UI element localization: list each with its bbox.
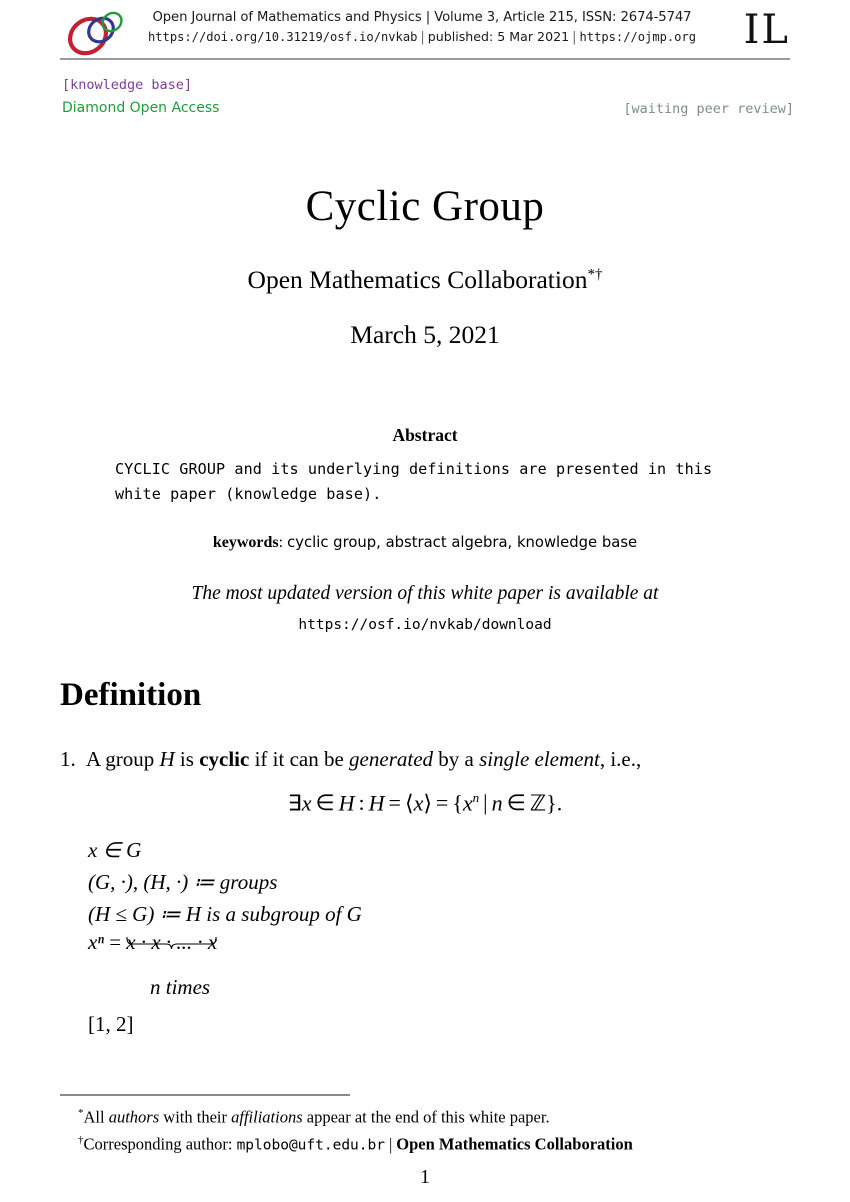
footnote-text-1a: All: [83, 1107, 105, 1127]
definition-assumptions-list: x ∈ G (G, ·), (H, ·) ≔ groups (H ≤ G) ≔ …: [88, 834, 362, 930]
underbrace-group: x · x · ... · x: [126, 930, 217, 955]
power-expansion-line: xⁿ = x · x · ... · x: [88, 930, 217, 955]
definition-text-p2: is: [179, 747, 194, 771]
journal-site-link[interactable]: https://ojmp.org: [580, 30, 697, 44]
keywords-label: keywords: [212, 534, 279, 551]
footnote-corresponding-label: Corresponding author:: [83, 1134, 233, 1154]
header-separator-2: |: [572, 30, 577, 45]
assumption-groups-def: (G, ·), (H, ·) ≔ groups: [88, 870, 278, 894]
keywords-values: cyclic group, abstract algebra, knowledg…: [287, 534, 638, 551]
keywords-line: keywords: cyclic group, abstract algebra…: [0, 534, 850, 552]
doi-link[interactable]: https://doi.org/10.31219/osf.io/nvkab: [148, 30, 417, 44]
page-header: Open Journal of Mathematics and Physics …: [60, 6, 790, 58]
document-page: Open Journal of Mathematics and Physics …: [0, 0, 850, 1202]
peer-review-status-tag: [waiting peer review]: [623, 101, 794, 117]
power-expansion-block: xⁿ = x · x · ... · x n times: [88, 930, 217, 1000]
download-link[interactable]: https://osf.io/nvkab/download: [0, 617, 850, 633]
footnote-text-1c: appear at the end of this white paper.: [306, 1107, 550, 1127]
corresponding-author-email[interactable]: mplobo@uft.edu.br: [237, 1138, 385, 1154]
underbrace-icon: [126, 936, 217, 950]
page-number: 1: [420, 1166, 430, 1188]
power-equals: =: [109, 930, 122, 954]
eq-equals-1: =: [388, 790, 401, 816]
imprint-mark: IL: [743, 7, 790, 53]
inline-references: [1, 2]: [88, 1012, 134, 1036]
definition-term-generated: generated: [349, 747, 434, 771]
definition-text-p3: if it can be: [254, 747, 344, 771]
definition-equation: ∃x ∈ H: H = ⟨x⟩ = {xn | n ∈ ℤ}.: [0, 790, 850, 816]
eq-integers-symbol: ℤ: [529, 790, 547, 816]
eq-h1: H: [338, 790, 355, 816]
eq-exists: ∃: [287, 790, 302, 816]
knowledge-base-tag: [knowledge base]: [62, 77, 193, 93]
eq-angle-open: ⟨: [404, 790, 414, 816]
eq-equals-2: =: [435, 790, 449, 816]
journal-info-line: Open Journal of Mathematics and Physics …: [152, 10, 692, 25]
header-divider: [60, 58, 790, 60]
abstract-body: CYCLIC GROUP and its underlying definiti…: [115, 460, 713, 503]
definition-text-p1: A group: [86, 747, 155, 771]
definition-var-h: H: [159, 747, 175, 771]
eq-in-2: ∈: [506, 790, 526, 816]
eq-angle-close: ⟩: [423, 790, 432, 816]
definition-item-number: 1.: [60, 747, 76, 771]
publication-date: March 5, 2021: [350, 320, 500, 349]
header-separator-1: |: [420, 30, 425, 45]
eq-in-1: ∈: [315, 790, 335, 816]
eq-x3: x: [462, 790, 473, 816]
keywords-colon: :: [278, 534, 288, 551]
authors-line: Open Mathematics Collaboration*†: [0, 265, 850, 295]
abstract-heading: Abstract: [392, 425, 458, 445]
footnotes-block: *All authors with their affiliations app…: [78, 1102, 790, 1158]
definition-text-p4: by a: [438, 747, 474, 771]
author-footnote-marks: *†: [587, 266, 603, 283]
ojmp-rings-logo-icon: [66, 8, 128, 58]
definition-item-1: 1. A group H is cyclic if it can be gener…: [60, 744, 790, 774]
definition-term-cyclic: cyclic: [199, 747, 250, 771]
assumption-subgroup-def: (H ≤ G) ≔ H is a subgroup of G: [88, 902, 362, 926]
eq-h2: H: [368, 790, 385, 816]
eq-n: n: [491, 790, 503, 816]
definition-term-single-element: single element: [479, 747, 600, 771]
eq-brace-close: }: [546, 790, 557, 816]
eq-colon: :: [358, 790, 365, 816]
updated-version-note: The most updated version of this white p…: [191, 583, 659, 604]
footnote-corresponding-author: †Corresponding author: mplobo@uft.edu.br…: [78, 1129, 790, 1158]
eq-brace-open: {: [452, 790, 463, 816]
power-lhs: xⁿ: [88, 930, 104, 954]
footnote-separator: |: [388, 1134, 393, 1154]
footnote-organization: Open Mathematics Collaboration: [396, 1134, 633, 1154]
footnote-authors: *All authors with their affiliations app…: [78, 1102, 790, 1129]
footnote-ital-affiliations: affiliations: [231, 1107, 303, 1127]
page-title: Cyclic Group: [305, 183, 545, 230]
section-heading-definition: Definition: [60, 677, 202, 713]
footnote-ital-authors: authors: [108, 1107, 160, 1127]
publication-info-line: https://doi.org/10.31219/osf.io/nvkab | pu…: [122, 29, 722, 45]
assumption-x-in-G: x ∈ G: [88, 838, 142, 862]
diamond-open-access-tag: Diamond Open Access: [62, 100, 220, 116]
authors-name: Open Mathematics Collaboration: [247, 265, 588, 294]
footnote-divider: [60, 1094, 350, 1096]
eq-mid-bar: |: [483, 790, 488, 816]
eq-x2: x: [413, 790, 424, 816]
header-text-block: Open Journal of Mathematics and Physics …: [122, 10, 722, 45]
footnote-text-1b: with their: [163, 1107, 227, 1127]
published-date: published: 5 Mar 2021: [427, 29, 570, 44]
underbrace-label: n times: [150, 975, 211, 999]
eq-x1: x: [301, 790, 312, 816]
definition-text-p5: , i.e.,: [599, 747, 642, 771]
eq-period: .: [556, 790, 563, 816]
